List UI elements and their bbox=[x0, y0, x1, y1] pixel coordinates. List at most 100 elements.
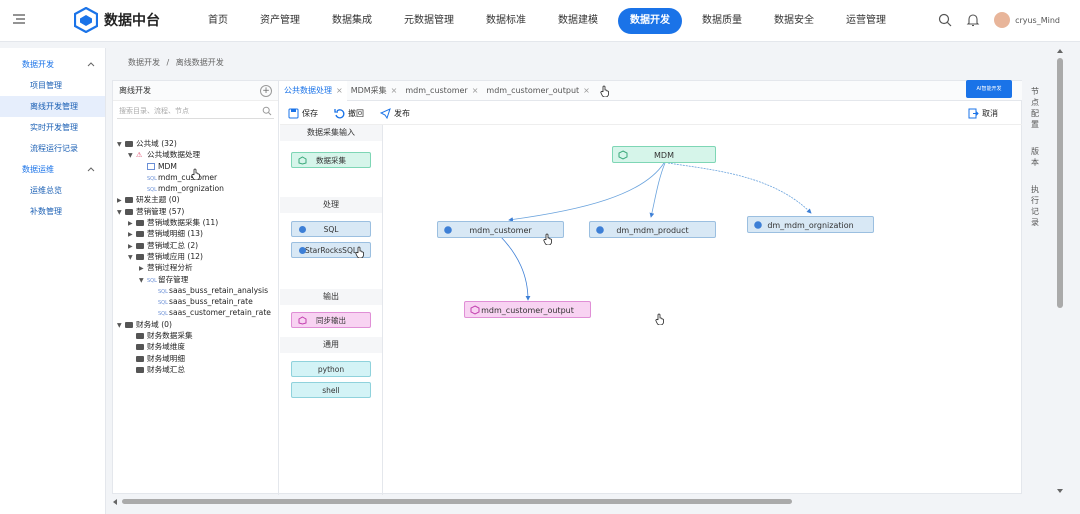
palette-item-shell[interactable]: shell bbox=[291, 382, 371, 398]
scroll-down-icon[interactable] bbox=[1056, 488, 1064, 494]
flow-node-dm-mdm-product[interactable]: dm_mdm_product bbox=[589, 221, 716, 238]
save-button[interactable]: 保存 bbox=[288, 108, 318, 119]
side-tab-version[interactable]: 版本 bbox=[1030, 146, 1040, 168]
close-icon[interactable]: × bbox=[391, 86, 398, 95]
tree-node[interactable]: ▼ 营销管理 (57) bbox=[117, 206, 277, 217]
tree-node[interactable]: ▼ ⚠ 公共域数据处理 bbox=[117, 149, 277, 160]
side-tab-node-config[interactable]: 节点配置 bbox=[1030, 86, 1040, 130]
sidebar-item-ops-overview[interactable]: 运维总览 bbox=[0, 180, 105, 201]
vertical-scrollbar[interactable] bbox=[1055, 48, 1065, 494]
send-icon bbox=[380, 107, 391, 119]
hand-cursor-icon bbox=[655, 313, 664, 325]
edge-mdm-customer bbox=[508, 162, 665, 222]
folder-icon bbox=[125, 197, 133, 204]
tree-node[interactable]: ▼ 公共域 (32) bbox=[117, 138, 277, 149]
tab-bar: 公共数据处理 × MDM采集 × mdm_customer × mdm_custome… bbox=[280, 80, 1022, 101]
ai-dev-button[interactable]: AI智能开发 bbox=[966, 80, 1012, 98]
sidebar-group-ops[interactable]: 数据运维 bbox=[0, 159, 105, 180]
tree-node[interactable]: ▶ 营销域数据采集 (11) bbox=[117, 217, 277, 228]
scrollbar-thumb[interactable] bbox=[1057, 58, 1063, 308]
nav-item-quality[interactable]: 数据质量 bbox=[690, 8, 754, 34]
close-icon[interactable]: × bbox=[336, 86, 343, 95]
tree-node[interactable]: ▶ 研发主题 (0) bbox=[117, 194, 277, 205]
palette-section-general: 通用 bbox=[280, 337, 382, 353]
nav-item-security[interactable]: 数据安全 bbox=[762, 8, 826, 34]
tab-label: 公共数据处理 bbox=[284, 85, 332, 95]
search-icon[interactable] bbox=[938, 13, 952, 27]
tree-node[interactable]: ▼ 营销域应用 (12) bbox=[117, 251, 277, 262]
node-label: mdm_customer bbox=[469, 226, 532, 235]
scroll-up-icon[interactable] bbox=[1056, 48, 1064, 54]
folder-icon bbox=[125, 141, 133, 147]
username[interactable]: cryus_Mind bbox=[1015, 16, 1060, 25]
palette-item-data-collect[interactable]: 数据采集 bbox=[291, 152, 371, 168]
tree-node[interactable]: ▼ 财务域 (0) bbox=[117, 319, 277, 330]
tree-node-label: 财务域 (0) bbox=[136, 319, 172, 329]
flow-node-dm-mdm-orgnization[interactable]: dm_mdm_orgnization bbox=[747, 216, 874, 233]
side-tab-exec-records[interactable]: 执行记录 bbox=[1030, 184, 1040, 228]
node-label: dm_mdm_orgnization bbox=[767, 221, 854, 230]
nav-item-metadata[interactable]: 元数据管理 bbox=[392, 8, 466, 34]
palette-item-sync-output[interactable]: 同步输出 bbox=[291, 312, 371, 328]
nav-item-standards[interactable]: 数据标准 bbox=[474, 8, 538, 34]
tree-search-input[interactable]: 搜索目录、流程、节点 bbox=[117, 103, 274, 119]
palette-section-output: 输出 bbox=[280, 289, 382, 305]
undo-button[interactable]: 撤回 bbox=[334, 108, 364, 119]
sql-icon bbox=[596, 226, 604, 234]
nav-item-operations[interactable]: 运营管理 bbox=[834, 8, 898, 34]
sidebar-item-projects[interactable]: 项目管理 bbox=[0, 75, 105, 96]
tree-node[interactable]: SQLsaas_buss_retain_analysis bbox=[117, 285, 277, 296]
tree-node[interactable]: ▶ 营销过程分析 bbox=[117, 262, 277, 273]
nav-item-development[interactable]: 数据开发 bbox=[618, 8, 682, 34]
tree-node[interactable]: 财务域明细 bbox=[117, 353, 277, 364]
cube-icon bbox=[298, 156, 307, 165]
tree-node[interactable]: ▶ 营销域明细 (13) bbox=[117, 228, 277, 239]
tree-node[interactable]: ▼ SQL留存管理 bbox=[117, 274, 277, 285]
tree-node[interactable]: 财务数据采集 bbox=[117, 330, 277, 341]
flow-node-mdm-customer-output[interactable]: mdm_customer_output bbox=[464, 301, 591, 318]
sidebar-item-backfill[interactable]: 补数管理 bbox=[0, 201, 105, 222]
breadcrumb: 数据开发 / 离线数据开发 bbox=[128, 57, 228, 68]
node-label: dm_mdm_product bbox=[616, 226, 689, 235]
breadcrumb-parent[interactable]: 数据开发 bbox=[128, 58, 160, 67]
cancel-button[interactable]: 取消 bbox=[968, 108, 998, 119]
tree-node[interactable]: 财务域维度 bbox=[117, 341, 277, 352]
palette-item-sql[interactable]: SQL bbox=[291, 221, 371, 237]
avatar[interactable] bbox=[994, 12, 1011, 28]
bell-icon[interactable] bbox=[966, 13, 980, 27]
sidebar-group-development[interactable]: 数据开发 bbox=[0, 54, 105, 75]
menu-toggle-icon[interactable] bbox=[12, 12, 26, 26]
sidebar-item-offline-dev[interactable]: 离线开发管理 bbox=[0, 96, 105, 117]
tab-mdm-collect[interactable]: MDM采集 × bbox=[347, 81, 402, 101]
nav-item-home[interactable]: 首页 bbox=[196, 8, 240, 34]
nav-item-assets[interactable]: 资产管理 bbox=[248, 8, 312, 34]
logo[interactable]: 数据中台 bbox=[74, 7, 160, 33]
tree-node-label: 公共域数据处理 bbox=[147, 150, 201, 160]
nav-item-integration[interactable]: 数据集成 bbox=[320, 8, 384, 34]
palette-item-python[interactable]: python bbox=[291, 361, 371, 377]
tab-public-processing[interactable]: 公共数据处理 × bbox=[280, 80, 347, 101]
close-icon[interactable]: × bbox=[472, 86, 479, 95]
tab-mdm-customer-output[interactable]: mdm_customer_output × bbox=[482, 81, 593, 101]
close-icon[interactable]: × bbox=[583, 86, 590, 95]
tree-node[interactable]: 财务域汇总 bbox=[117, 364, 277, 375]
sidebar-item-flow-records[interactable]: 流程运行记录 bbox=[0, 138, 105, 159]
main-content: 离线开发 + 搜索目录、流程、节点 ▼ 公共域 (32) ▼ ⚠ 公共域数据处理 MDM S… bbox=[112, 80, 1022, 495]
nav-item-modeling[interactable]: 数据建模 bbox=[546, 8, 610, 34]
horizontal-scrollbar[interactable] bbox=[112, 497, 1052, 507]
add-icon[interactable]: + bbox=[260, 85, 272, 97]
undo-label: 撤回 bbox=[348, 108, 364, 118]
tree-node[interactable]: SQLsaas_buss_retain_rate bbox=[117, 296, 277, 307]
flow-canvas[interactable]: MDM mdm_customer dm_mdm_product dm_mdm_o… bbox=[191, 125, 1022, 495]
scrollbar-thumb[interactable] bbox=[122, 499, 792, 504]
tree-node[interactable]: SQLmdm_orgnization bbox=[117, 183, 277, 194]
tree-node[interactable]: SQLsaas_customer_retain_rate bbox=[117, 307, 277, 318]
tab-mdm-customer[interactable]: mdm_customer × bbox=[401, 81, 482, 101]
scroll-left-icon[interactable] bbox=[112, 498, 118, 506]
tree-node-label: 营销过程分析 bbox=[147, 263, 193, 273]
publish-button[interactable]: 发布 bbox=[380, 107, 410, 119]
sidebar-item-realtime-dev[interactable]: 实时开发管理 bbox=[0, 117, 105, 138]
tree-node[interactable]: ▶ 营销域汇总 (2) bbox=[117, 240, 277, 251]
edge-customer-output bbox=[500, 236, 531, 301]
flow-node-mdm[interactable]: MDM bbox=[612, 146, 716, 163]
